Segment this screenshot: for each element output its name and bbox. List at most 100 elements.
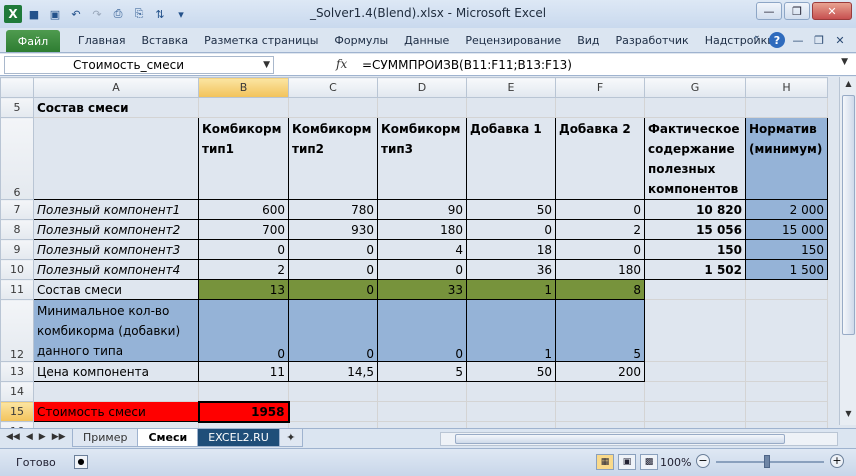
workbook-close-icon[interactable]: ✕ xyxy=(832,32,848,48)
cell[interactable] xyxy=(377,381,467,402)
cell[interactable] xyxy=(466,97,556,118)
cell-b13[interactable]: 11 xyxy=(198,361,289,382)
cell-c13[interactable]: 14,5 xyxy=(288,361,378,382)
sheet-tab-primer[interactable]: Пример xyxy=(72,429,139,447)
cell-a5[interactable]: Состав смеси xyxy=(33,97,199,118)
column-header-b[interactable]: B xyxy=(198,77,289,98)
column-header-c[interactable]: C xyxy=(288,77,378,98)
cell-c10[interactable]: 0 xyxy=(288,259,378,280)
cell[interactable] xyxy=(644,279,746,300)
first-sheet-icon[interactable]: ◀◀ xyxy=(6,432,20,442)
cell-a13[interactable]: Цена компонента xyxy=(33,361,199,382)
cell-h7[interactable]: 2 000 xyxy=(745,199,828,220)
cell[interactable] xyxy=(644,299,746,362)
column-header-g[interactable]: G xyxy=(644,77,746,98)
cell-c6[interactable]: Комбикорм тип2 xyxy=(288,117,378,200)
vertical-scroll-thumb[interactable] xyxy=(842,95,855,335)
cell-b11[interactable]: 13 xyxy=(198,279,289,300)
cell[interactable] xyxy=(466,381,556,402)
cell-c11[interactable]: 0 xyxy=(288,279,378,300)
cell-a8[interactable]: Полезный компонент2 xyxy=(33,219,199,240)
cell-a15[interactable]: Стоимость смеси xyxy=(33,401,199,422)
cell-g10[interactable]: 1 502 xyxy=(644,259,746,280)
cell[interactable] xyxy=(745,97,828,118)
tab-formulas[interactable]: Формулы xyxy=(326,34,396,47)
cell-f7[interactable]: 0 xyxy=(555,199,645,220)
row-header[interactable]: 5 xyxy=(0,97,34,118)
cell[interactable] xyxy=(377,401,467,422)
cell-f13[interactable]: 200 xyxy=(555,361,645,382)
cell-e11[interactable]: 1 xyxy=(466,279,556,300)
sheet-tab-excel2[interactable]: EXCEL2.RU xyxy=(197,429,280,447)
cell[interactable] xyxy=(288,97,378,118)
column-header-f[interactable]: F xyxy=(555,77,645,98)
cell[interactable] xyxy=(555,381,645,402)
cell-f12[interactable]: 5 xyxy=(555,299,645,362)
row-header[interactable]: 8 xyxy=(0,219,34,240)
cell-d12[interactable]: 0 xyxy=(377,299,467,362)
zoom-slider[interactable] xyxy=(716,461,824,463)
zoom-level[interactable]: 100% xyxy=(660,456,691,469)
workbook-minimize-icon[interactable]: — xyxy=(790,32,806,48)
cell-g9[interactable]: 150 xyxy=(644,239,746,260)
last-sheet-icon[interactable]: ▶▶ xyxy=(52,432,66,442)
cell-g7[interactable]: 10 820 xyxy=(644,199,746,220)
tab-developer[interactable]: Разработчик xyxy=(608,34,697,47)
tab-review[interactable]: Рецензирование xyxy=(457,34,569,47)
tab-page-layout[interactable]: Разметка страницы xyxy=(196,34,326,47)
close-icon[interactable]: ✕ xyxy=(812,2,852,20)
row-header[interactable]: 15 xyxy=(0,401,34,422)
cell-a7[interactable]: Полезный компонент1 xyxy=(33,199,199,220)
cell[interactable] xyxy=(198,97,289,118)
row-header[interactable]: 10 xyxy=(0,259,34,280)
row-header[interactable]: 11 xyxy=(0,279,34,300)
cell-d10[interactable]: 0 xyxy=(377,259,467,280)
row-header[interactable]: 9 xyxy=(0,239,34,260)
cell-d6[interactable]: Комбикорм тип3 xyxy=(377,117,467,200)
cell[interactable] xyxy=(644,401,746,422)
cell-e12[interactable]: 1 xyxy=(466,299,556,362)
cell-c12[interactable]: 0 xyxy=(288,299,378,362)
cell-d13[interactable]: 5 xyxy=(377,361,467,382)
horizontal-scrollbar[interactable] xyxy=(440,432,838,446)
cell-f10[interactable]: 180 xyxy=(555,259,645,280)
cell-c8[interactable]: 930 xyxy=(288,219,378,240)
cell[interactable] xyxy=(555,97,645,118)
cell-a10[interactable]: Полезный компонент4 xyxy=(33,259,199,280)
column-header-d[interactable]: D xyxy=(377,77,467,98)
expand-formula-bar-icon[interactable]: ▼ xyxy=(841,57,848,67)
cell-e6[interactable]: Добавка 1 xyxy=(466,117,556,200)
page-break-view-icon[interactable]: ▩ xyxy=(640,454,658,470)
row-header[interactable]: 7 xyxy=(0,199,34,220)
worksheet-grid[interactable]: A B C D E F G H 5 Состав смеси 6 Комбико… xyxy=(0,77,856,442)
minimize-icon[interactable]: — xyxy=(756,2,782,20)
normal-view-icon[interactable]: ▦ xyxy=(596,454,614,470)
cell-h10[interactable]: 1 500 xyxy=(745,259,828,280)
cell[interactable] xyxy=(377,97,467,118)
record-macro-icon[interactable]: ● xyxy=(74,455,88,469)
tab-home[interactable]: Главная xyxy=(70,34,134,47)
restore-icon[interactable]: ❐ xyxy=(784,2,810,20)
column-header-a[interactable]: A xyxy=(33,77,199,98)
cell-d8[interactable]: 180 xyxy=(377,219,467,240)
formula-input[interactable]: =СУММПРОИЗВ(B11:F11;B13:F13) xyxy=(362,56,826,74)
minimize-ribbon-icon[interactable]: ⌃ xyxy=(748,32,764,48)
cell-b9[interactable]: 0 xyxy=(198,239,289,260)
cell-a11[interactable]: Состав смеси xyxy=(33,279,199,300)
insert-sheet-icon[interactable]: ✦ xyxy=(278,429,303,447)
cell-f11[interactable]: 8 xyxy=(555,279,645,300)
cell-f9[interactable]: 0 xyxy=(555,239,645,260)
cell-b15-selected[interactable]: 1958 xyxy=(197,400,290,423)
select-all-corner[interactable] xyxy=(0,77,34,98)
cell[interactable] xyxy=(745,401,828,422)
insert-function-icon[interactable]: fx xyxy=(336,57,347,71)
cell-g8[interactable]: 15 056 xyxy=(644,219,746,240)
cell-f8[interactable]: 2 xyxy=(555,219,645,240)
cell-b6[interactable]: Комбикорм тип1 xyxy=(198,117,289,200)
help-icon[interactable]: ? xyxy=(769,32,785,48)
tab-view[interactable]: Вид xyxy=(569,34,607,47)
cell-a9[interactable]: Полезный компонент3 xyxy=(33,239,199,260)
cell[interactable] xyxy=(745,361,828,382)
column-header-e[interactable]: E xyxy=(466,77,556,98)
zoom-out-icon[interactable]: − xyxy=(696,454,710,468)
